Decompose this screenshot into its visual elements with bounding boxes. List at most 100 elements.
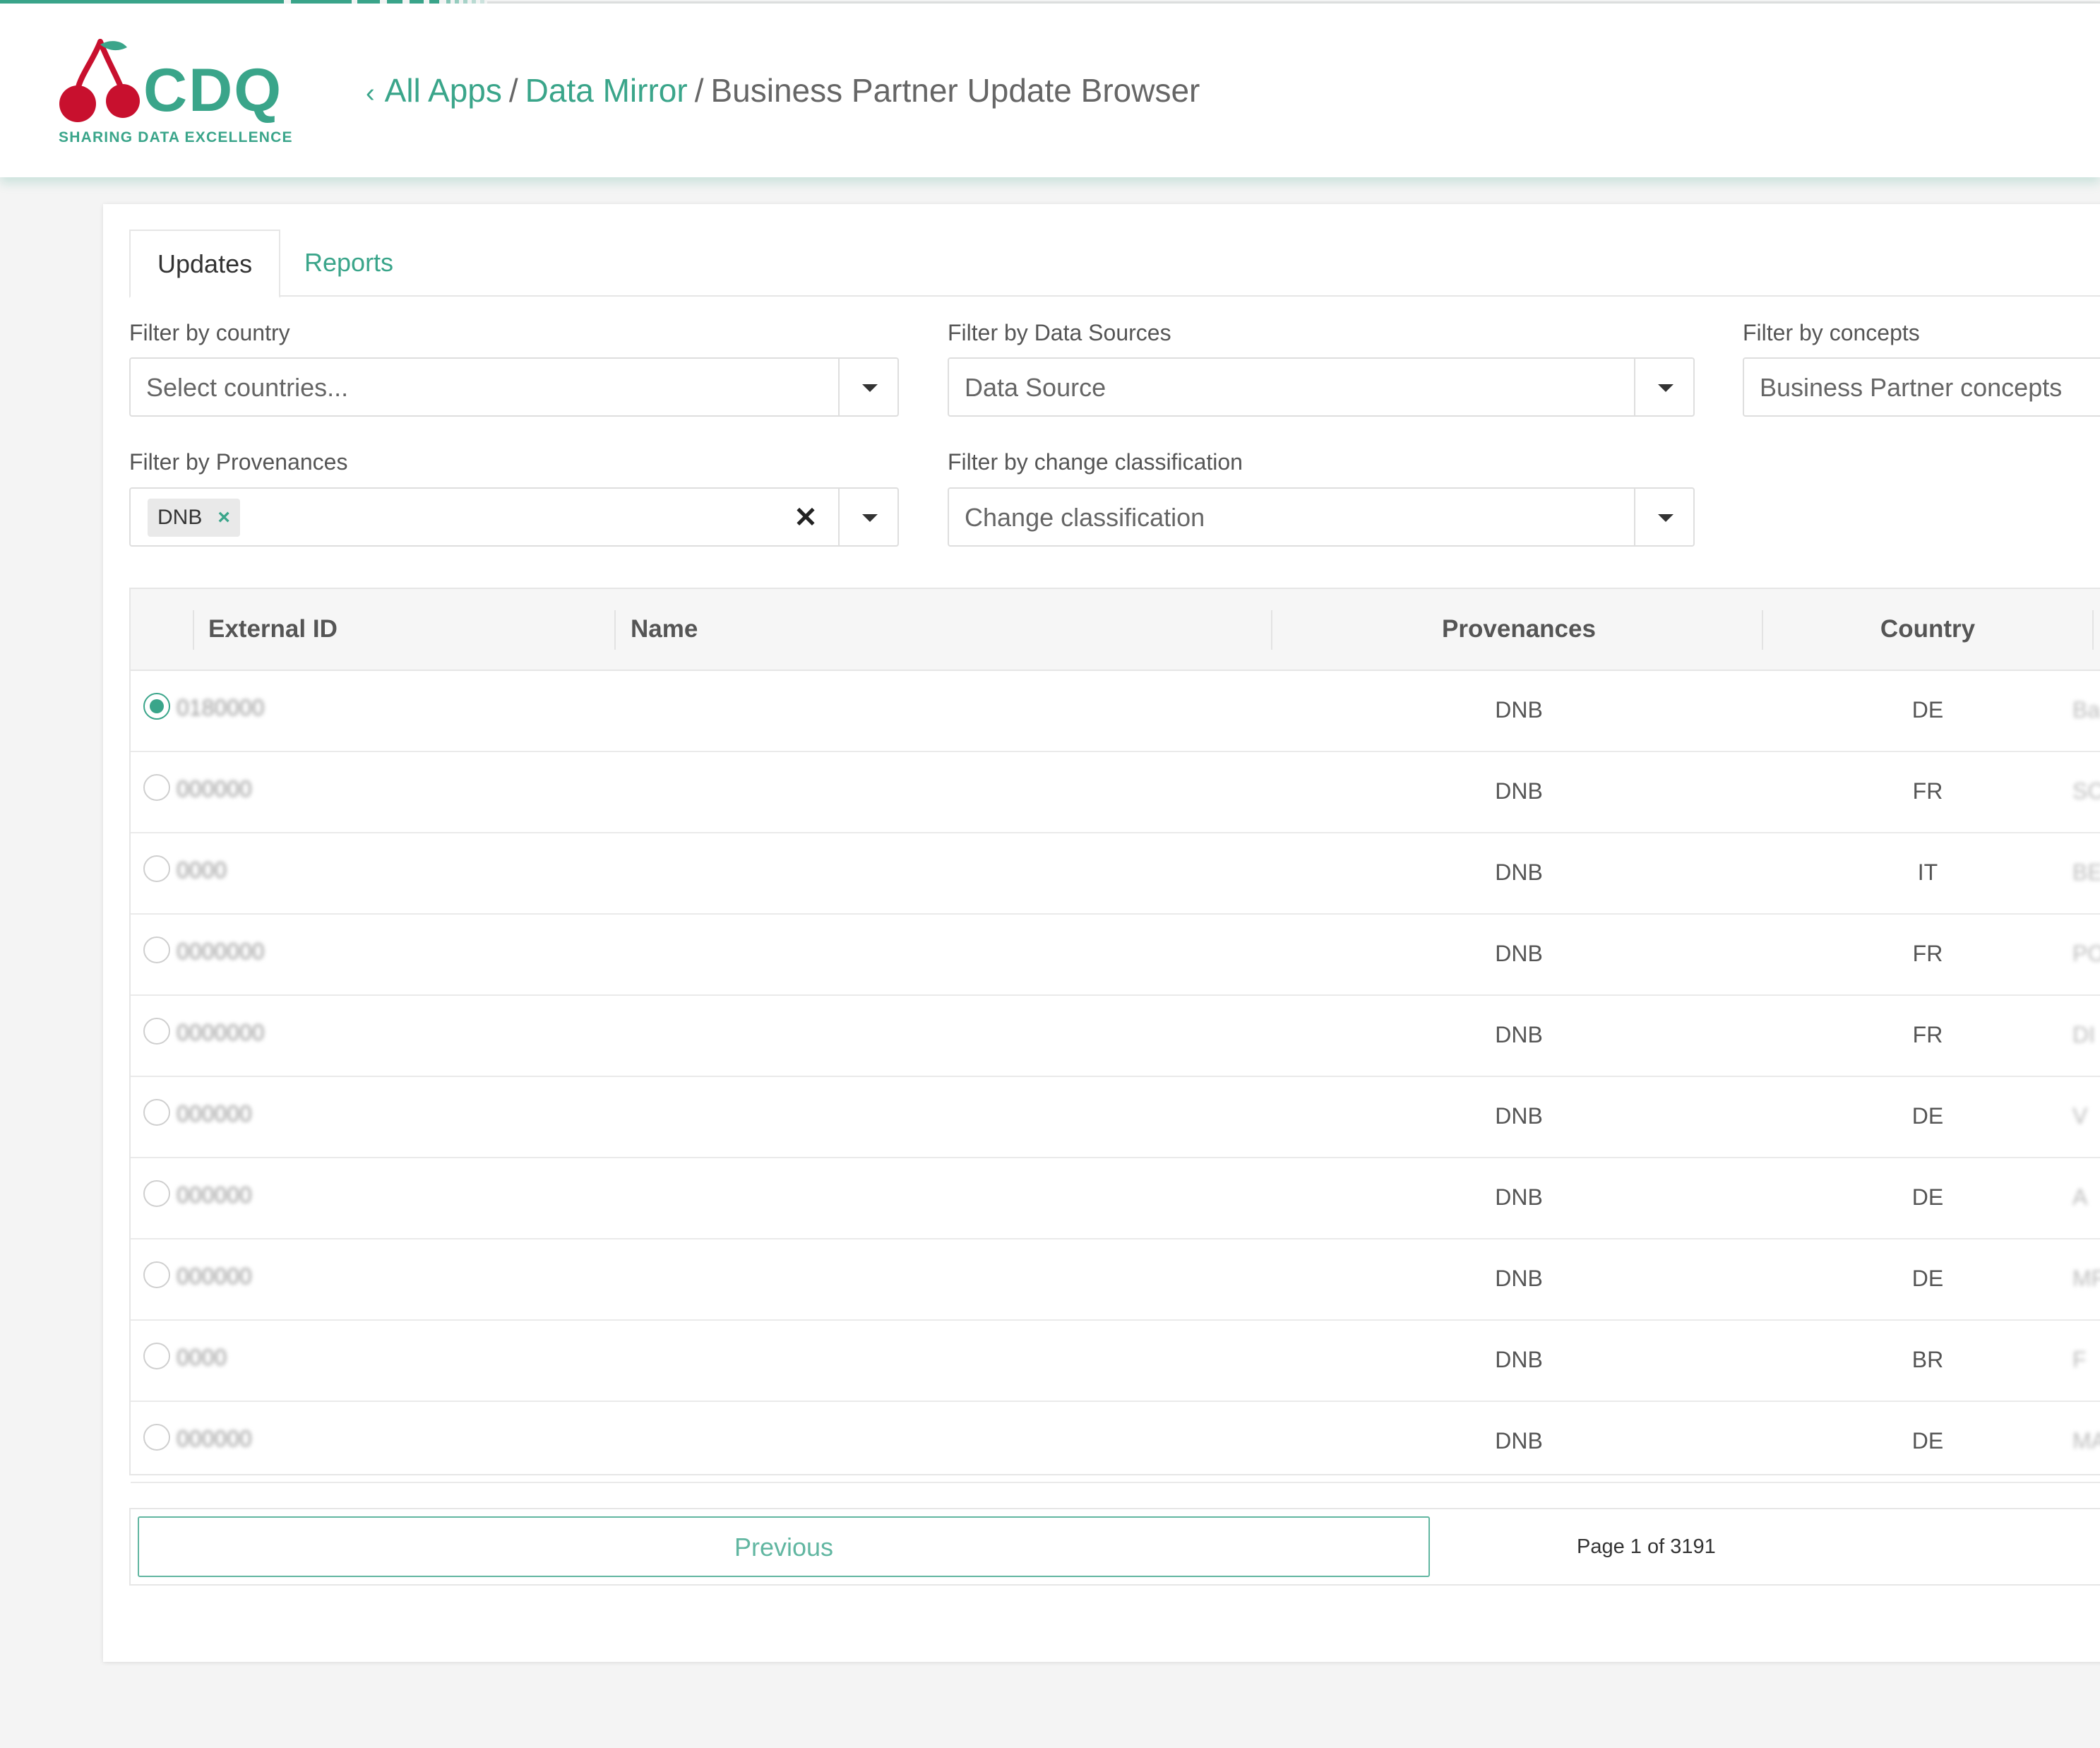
external-id-cell: 000000 — [177, 1426, 252, 1451]
page-info: Page 1 of 3191 — [1577, 1535, 1716, 1558]
grid-header: External ID Name Provenances Country — [131, 589, 2100, 671]
chevron-down-icon[interactable] — [1635, 489, 1695, 547]
table-row[interactable]: 000000 DNB DE V — [131, 1076, 2100, 1158]
breadcrumb-separator: / — [508, 72, 518, 109]
filter-change-classification-label: Filter by change classification — [948, 449, 1243, 475]
overflow-cell: MA — [2072, 1428, 2100, 1453]
page-title: Business Partner Update Browser — [710, 72, 1200, 109]
filter-data-sources-label: Filter by Data Sources — [948, 320, 1171, 345]
provenance-cell: DNB — [1495, 860, 1543, 885]
change-classification-placeholder: Change classification — [965, 503, 1205, 532]
logo-wordmark: CDQ — [143, 57, 283, 124]
table-row[interactable]: 000000 DNB FR SCE — [131, 751, 2100, 833]
overflow-cell: V — [2072, 1103, 2088, 1129]
country-cell: DE — [1911, 1266, 1944, 1291]
table-row[interactable]: 0000000 DNB FR PO — [131, 913, 2100, 996]
concepts-select[interactable]: Business Partner concepts — [1743, 357, 2100, 417]
clear-icon[interactable]: ✕ — [792, 489, 820, 547]
breadcrumb-data-mirror[interactable]: Data Mirror — [525, 72, 688, 109]
column-provenances[interactable]: Provenances — [1272, 589, 1766, 670]
country-cell: DE — [1911, 1184, 1944, 1210]
table-row[interactable]: 000000 DNB DE MA — [131, 1401, 2100, 1483]
overflow-cell: DI — [2072, 1022, 2095, 1047]
row-select-radio[interactable] — [143, 1099, 170, 1126]
overflow-cell: BE — [2072, 860, 2100, 885]
row-select-radio[interactable] — [143, 1180, 170, 1207]
external-id-cell: 000000 — [177, 1182, 252, 1208]
country-cell: FR — [1912, 941, 1943, 966]
column-name[interactable]: Name — [631, 589, 698, 670]
overflow-cell: A — [2072, 1184, 2088, 1210]
country-placeholder: Select countries... — [146, 373, 349, 402]
provenance-cell: DNB — [1495, 1266, 1543, 1291]
row-select-radio[interactable] — [143, 1424, 170, 1451]
country-select[interactable]: Select countries... — [129, 357, 899, 417]
row-select-radio[interactable] — [143, 1343, 170, 1369]
data-source-select[interactable]: Data Source — [948, 357, 1695, 417]
app-header: CDQ SHARING DATA EXCELLENCE ‹ All Apps / Da… — [0, 4, 2100, 177]
table-row[interactable]: 0180000 DNB DE Ba — [131, 670, 2100, 752]
provenance-cell: DNB — [1495, 1103, 1543, 1129]
provenance-cell: DNB — [1495, 778, 1543, 804]
external-id-cell: 0000000 — [177, 1020, 265, 1045]
row-select-radio[interactable] — [143, 693, 170, 720]
country-cell: DE — [1911, 1103, 1944, 1129]
table-row[interactable]: 0000000 DNB FR DI — [131, 994, 2100, 1077]
data-source-placeholder: Data Source — [965, 373, 1106, 402]
chevron-down-icon[interactable] — [1635, 359, 1695, 417]
logo-tagline: SHARING DATA EXCELLENCE — [59, 129, 293, 145]
external-id-cell: 0000 — [177, 1345, 227, 1370]
row-select-radio[interactable] — [143, 1018, 170, 1045]
provenance-cell: DNB — [1495, 1428, 1543, 1453]
table-row[interactable]: 0000 DNB IT BE — [131, 832, 2100, 915]
overflow-cell: Ba — [2072, 697, 2100, 723]
country-cell: DE — [1911, 697, 1944, 723]
change-classification-select[interactable]: Change classification — [948, 487, 1695, 547]
column-country[interactable]: Country — [1763, 589, 2092, 670]
provenance-cell: DNB — [1495, 1184, 1543, 1210]
country-cell: FR — [1912, 1022, 1943, 1047]
overflow-cell: SCE — [2072, 778, 2100, 804]
country-cell: FR — [1912, 778, 1943, 804]
provenance-cell: DNB — [1495, 1347, 1543, 1372]
row-select-radio[interactable] — [143, 855, 170, 882]
cherry-icon — [59, 39, 140, 122]
column-external-id[interactable]: External ID — [208, 589, 338, 670]
filter-country-label: Filter by country — [129, 320, 290, 345]
overflow-cell: MF — [2072, 1266, 2100, 1291]
row-select-radio[interactable] — [143, 1261, 170, 1288]
overflow-cell: F — [2072, 1347, 2087, 1372]
main-card: Updates Reports Filter by country Select… — [103, 204, 2100, 1662]
external-id-cell: 0000 — [177, 857, 227, 883]
country-cell: BR — [1911, 1347, 1944, 1372]
provenance-chip: DNB × — [148, 499, 240, 537]
tab-updates[interactable]: Updates — [129, 230, 280, 298]
provenance-chip-label: DNB — [157, 506, 203, 529]
breadcrumb: ‹ All Apps / Data Mirror / Business Partner U… — [366, 74, 1200, 107]
chip-remove-icon[interactable]: × — [217, 506, 230, 529]
chevron-down-icon[interactable] — [840, 489, 899, 547]
external-id-cell: 000000 — [177, 776, 252, 802]
breadcrumb-separator: / — [694, 72, 704, 109]
table-row[interactable]: 0000 DNB BR F — [131, 1319, 2100, 1402]
chevron-left-icon[interactable]: ‹ — [366, 78, 375, 108]
external-id-cell: 0180000 — [177, 695, 265, 720]
external-id-cell: 0000000 — [177, 939, 265, 964]
country-cell: DE — [1911, 1428, 1944, 1453]
table-row[interactable]: 000000 DNB DE A — [131, 1157, 2100, 1239]
tab-reports[interactable]: Reports — [278, 230, 420, 295]
breadcrumb-all-apps[interactable]: All Apps — [385, 72, 502, 109]
chevron-down-icon[interactable] — [840, 359, 899, 417]
provenance-cell: DNB — [1495, 1022, 1543, 1047]
row-select-radio[interactable] — [143, 774, 170, 801]
table-row[interactable]: 000000 DNB DE MF — [131, 1238, 2100, 1321]
concepts-placeholder: Business Partner concepts — [1760, 373, 2063, 402]
cdq-logo[interactable]: CDQ SHARING DATA EXCELLENCE — [56, 39, 304, 152]
filter-concepts-label: Filter by concepts — [1743, 320, 1920, 345]
previous-page-button[interactable]: Previous — [138, 1516, 1430, 1577]
provenances-select[interactable]: DNB × ✕ — [129, 487, 899, 547]
provenance-cell: DNB — [1495, 941, 1543, 966]
external-id-cell: 000000 — [177, 1264, 252, 1289]
row-select-radio[interactable] — [143, 937, 170, 963]
country-cell: IT — [1917, 860, 1938, 885]
